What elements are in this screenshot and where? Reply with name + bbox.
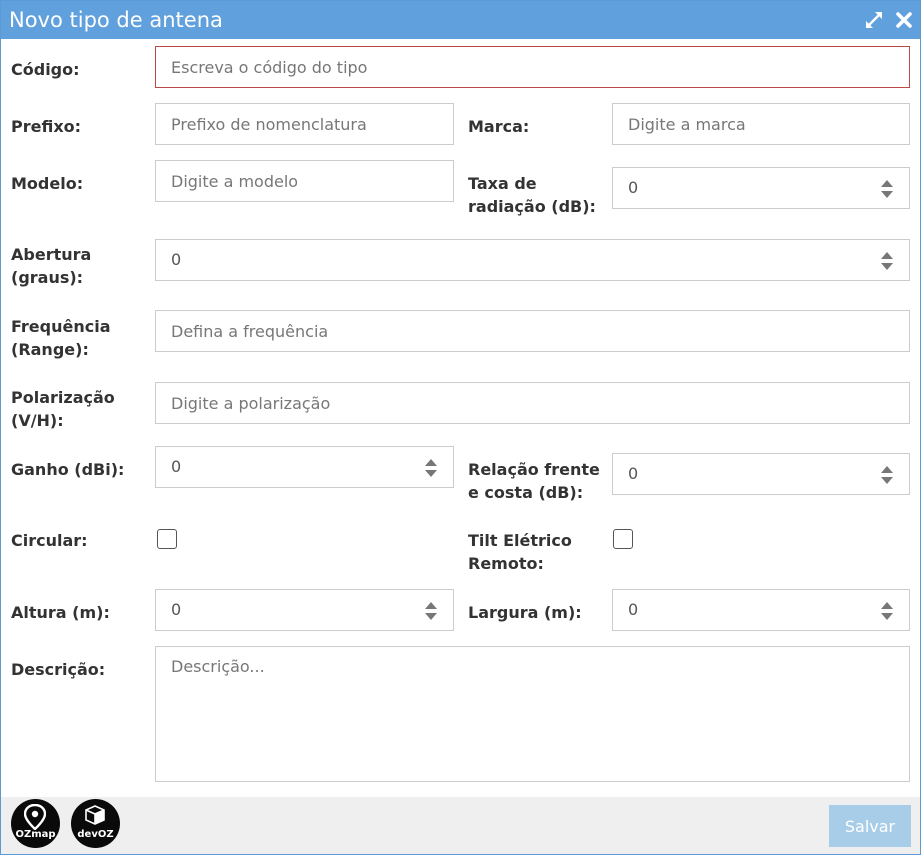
relacao-frente-costa-value: 0	[628, 464, 639, 483]
dialog-title: Novo tipo de antena	[9, 8, 223, 32]
ganho-label: Ganho (dBi):	[11, 460, 125, 479]
largura-label: Largura (m):	[468, 603, 582, 622]
altura-input[interactable]: 0	[155, 589, 454, 631]
descricao-textarea[interactable]	[155, 646, 910, 782]
spinner-icon[interactable]	[879, 249, 895, 273]
spinner-icon[interactable]	[423, 599, 439, 623]
spinner-icon[interactable]	[879, 177, 895, 201]
taxa-radiacao-label: Taxa de radiação (dB):	[468, 174, 596, 216]
relacao-frente-costa-label: Relação frente e costa (dB):	[468, 460, 600, 502]
polarizacao-input[interactable]	[155, 382, 910, 424]
ganho-input[interactable]: 0	[155, 446, 454, 488]
ozmap-logo-text: OZmap	[15, 829, 56, 840]
marca-input[interactable]	[612, 103, 910, 145]
spinner-icon[interactable]	[879, 599, 895, 623]
largura-input[interactable]: 0	[612, 589, 910, 631]
descricao-label: Descrição:	[11, 660, 106, 679]
close-icon[interactable]	[895, 11, 913, 29]
spinner-icon[interactable]	[879, 463, 895, 487]
dialog-titlebar: Novo tipo de antena	[1, 1, 920, 39]
prefixo-label: Prefixo:	[11, 117, 82, 136]
spinner-icon[interactable]	[423, 456, 439, 480]
relacao-frente-costa-input[interactable]: 0	[612, 453, 910, 495]
codigo-label: Código:	[11, 60, 80, 79]
save-button[interactable]: Salvar	[829, 805, 911, 847]
altura-value: 0	[171, 600, 182, 619]
tilt-eletrico-checkbox[interactable]	[613, 529, 633, 549]
circular-label: Circular:	[11, 531, 88, 550]
abertura-input[interactable]: 0	[155, 239, 910, 281]
map-pin-icon	[24, 804, 46, 830]
dialog-footer: OZmap devOZ Salvar	[1, 797, 920, 854]
altura-label: Altura (m):	[11, 603, 110, 622]
frequencia-input[interactable]	[155, 310, 910, 352]
ozmap-logo: OZmap	[11, 799, 60, 848]
prefixo-input[interactable]	[155, 103, 454, 145]
circular-checkbox[interactable]	[157, 529, 177, 549]
devoz-logo-text: devOZ	[77, 829, 114, 840]
marca-label: Marca:	[468, 117, 530, 136]
expand-icon[interactable]	[865, 11, 883, 29]
abertura-value: 0	[171, 250, 182, 269]
largura-value: 0	[628, 600, 639, 619]
modelo-input[interactable]	[155, 160, 454, 202]
taxa-radiacao-input[interactable]: 0	[612, 167, 910, 209]
modelo-label: Modelo:	[11, 174, 84, 193]
dialog-window: Novo tipo de antena Código: Prefixo: Mar…	[0, 0, 921, 855]
frequencia-label: Frequência (Range):	[11, 317, 111, 359]
polarizacao-label: Polarização (V/H):	[11, 388, 115, 430]
taxa-radiacao-value: 0	[628, 178, 639, 197]
ganho-value: 0	[171, 457, 182, 476]
cube-icon	[85, 805, 105, 825]
abertura-label: Abertura (graus):	[11, 245, 92, 287]
devoz-logo: devOZ	[71, 799, 120, 848]
tilt-eletrico-label: Tilt Elétrico Remoto:	[468, 531, 572, 573]
codigo-input[interactable]	[155, 46, 910, 88]
